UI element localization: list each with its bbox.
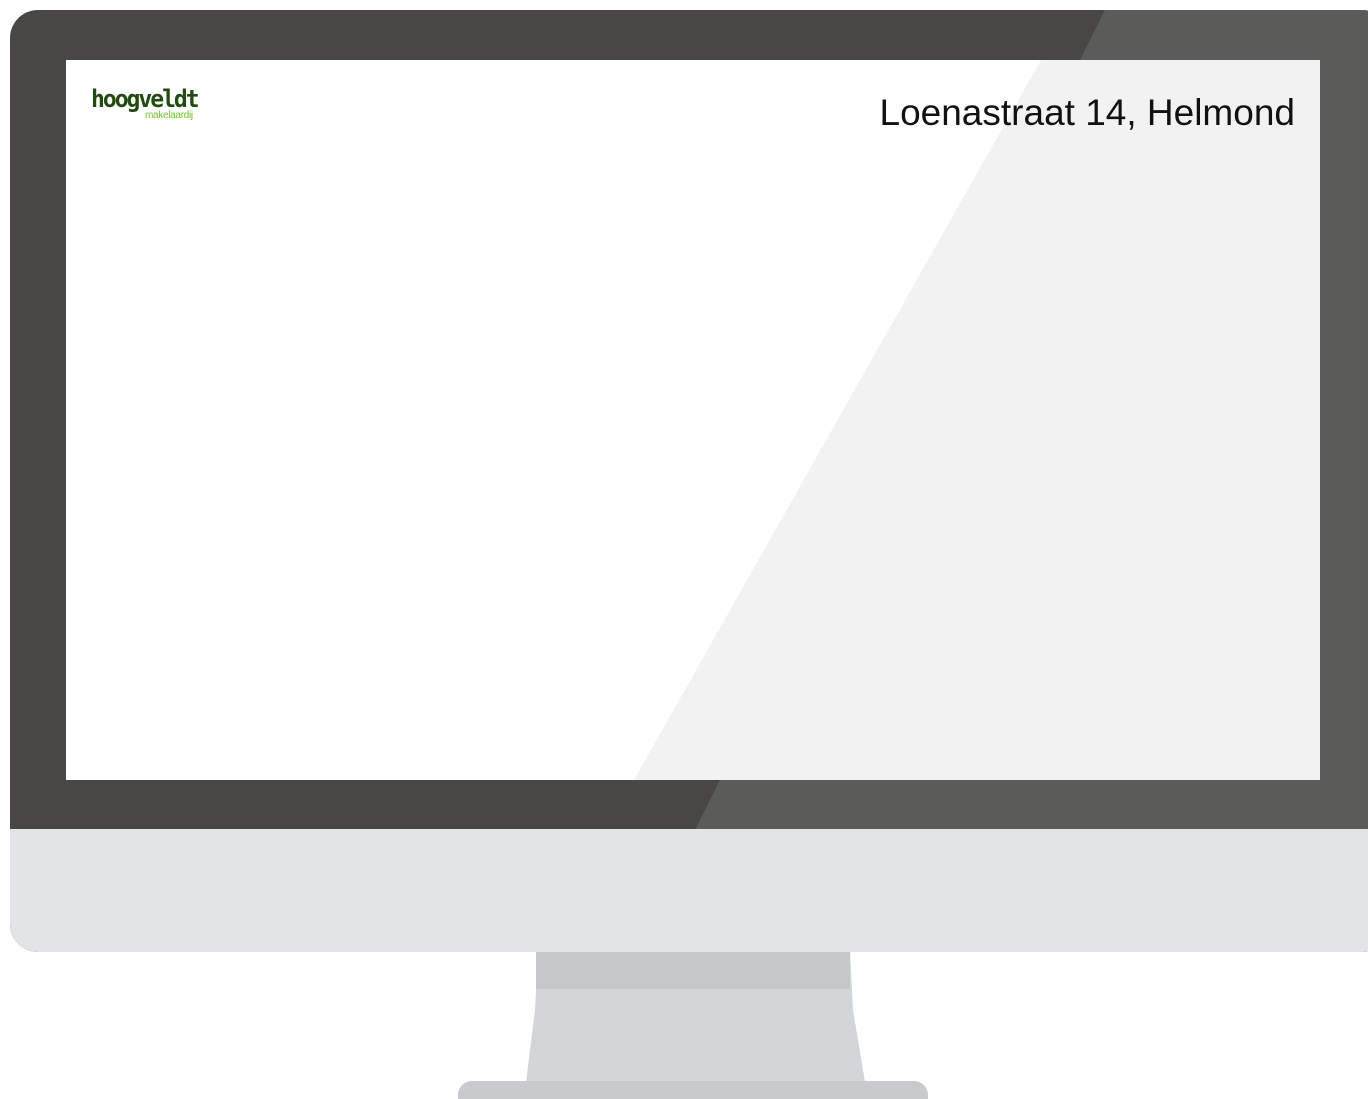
property-address: Loenastraat 14, Helmond [879,92,1296,133]
monitor-stand-shadow [536,952,850,989]
monitor-chin [10,829,1368,952]
monitor-stand-base [458,1081,928,1099]
screen-reflection [634,60,1320,780]
hoogveldt-logo[interactable]: hoogveldt makelaardij [91,85,201,128]
logo-subtitle: makelaardij [145,110,193,121]
monitor-mockup: hoogveldt makelaardij Loenastraat 14, He… [0,0,1368,1099]
monitor-screen: hoogveldt makelaardij Loenastraat 14, He… [66,60,1320,780]
logo-wordmark: hoogveldt [91,85,200,114]
